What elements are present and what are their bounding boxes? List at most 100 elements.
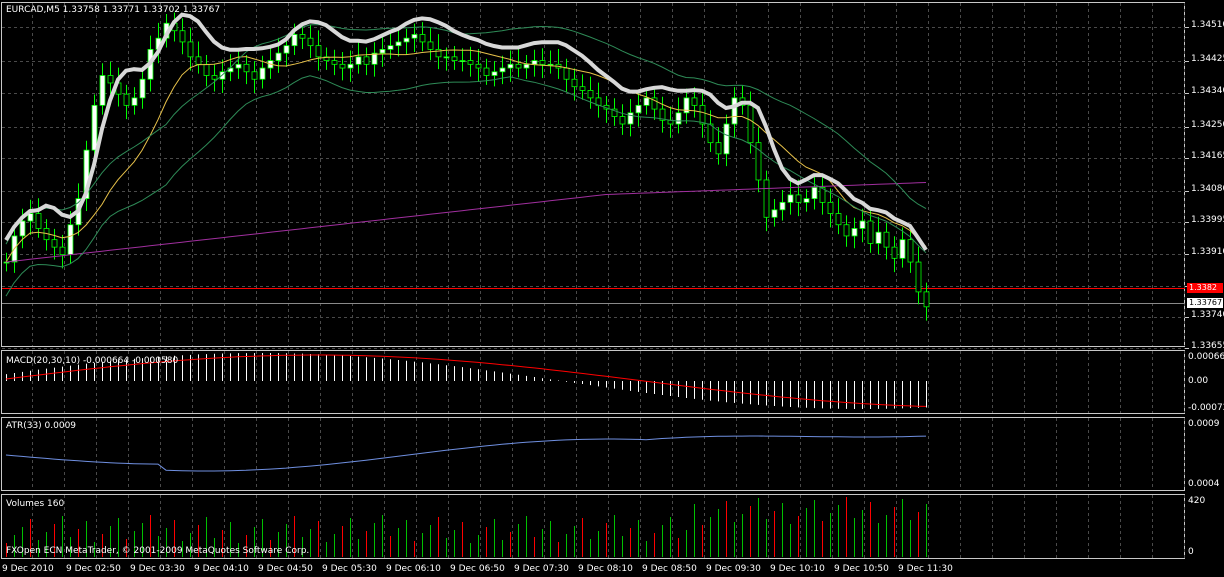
time-label: 9 Dec 10:50 [834, 564, 889, 574]
time-label: 9 Dec 10:10 [770, 564, 825, 574]
candle [811, 187, 818, 200]
candle [299, 34, 306, 39]
bollinger-upper [5, 24, 927, 245]
price-label: 1.34165 [1191, 151, 1224, 161]
time-label: 9 Dec 05:30 [322, 564, 377, 574]
candle [35, 213, 42, 229]
candle [571, 78, 578, 88]
candle [675, 112, 682, 125]
candle [787, 194, 794, 203]
candle [507, 63, 514, 69]
candle [891, 246, 898, 259]
candle [259, 67, 266, 80]
atr-line [5, 435, 927, 472]
candle [587, 90, 594, 99]
candle [451, 56, 458, 61]
time-label: 9 Dec 11:30 [898, 564, 953, 574]
candle [859, 220, 866, 229]
candle [243, 63, 250, 73]
candle [59, 246, 66, 255]
price-label: 1.34250 [1191, 120, 1224, 130]
candle [331, 60, 338, 65]
atr-level: 0.0004 [1188, 479, 1220, 489]
candle [275, 52, 282, 61]
candle [307, 37, 314, 47]
candle [123, 93, 130, 106]
time-label: 9 Dec 02:50 [66, 564, 121, 574]
candle [291, 34, 298, 47]
candle [499, 67, 506, 73]
bollinger-lower [5, 75, 927, 297]
price-label: 1.34340 [1191, 86, 1224, 96]
macd-title: MACD(20,30,10) -0.000664 -0.000580 [6, 356, 179, 366]
candle [883, 231, 890, 248]
candle [523, 63, 530, 69]
candle [907, 239, 914, 263]
candle [531, 60, 538, 65]
candle [339, 63, 346, 69]
candle [427, 41, 434, 50]
price-label: 1.33910 [1191, 247, 1224, 257]
candle [851, 228, 858, 237]
panel-frame [1, 2, 1185, 347]
candle [51, 239, 58, 248]
time-label: 9 Dec 08:50 [642, 564, 697, 574]
candle [715, 142, 722, 155]
candle [539, 60, 546, 65]
time-label: 9 Dec 2010 [2, 564, 54, 574]
candle [187, 41, 194, 58]
candle [107, 75, 114, 84]
candle [283, 45, 290, 54]
candle [483, 67, 490, 76]
atr-level: 0.0009 [1188, 419, 1220, 429]
chart-title: EURCAD,M5 1.33758 1.33771 1.33702 1.3376… [6, 5, 221, 15]
time-label: 9 Dec 06:10 [386, 564, 441, 574]
price-label: 1.34080 [1191, 184, 1224, 194]
candle [875, 231, 882, 244]
candle [211, 75, 218, 80]
candle [843, 224, 850, 237]
candle [731, 97, 738, 125]
price-label: 1.33655 [1191, 341, 1224, 351]
price-label: 1.33995 [1191, 215, 1224, 225]
candle [635, 104, 642, 114]
chart-canvas[interactable] [0, 0, 1224, 577]
time-label: 9 Dec 09:30 [706, 564, 761, 574]
candle [899, 239, 906, 259]
panel-frame [1, 350, 1185, 414]
macd-level: 0.00066 [1188, 352, 1224, 362]
candle [643, 97, 650, 106]
volumes-title: Volumes 160 [6, 499, 65, 509]
time-label: 9 Dec 04:10 [194, 564, 249, 574]
candle [443, 56, 450, 59]
candle [491, 71, 498, 76]
candle [779, 201, 786, 211]
candle [923, 291, 930, 308]
candle [91, 104, 98, 151]
macd-level: 0.00 [1188, 376, 1209, 386]
candle [195, 56, 202, 65]
candle [235, 63, 242, 69]
candle [251, 71, 258, 80]
copyright-text: FXOpen ECN MetaTrader, © 2001-2009 MetaQ… [6, 546, 310, 556]
candle [459, 60, 466, 62]
price-label: 1.34510 [1191, 20, 1224, 30]
atr-title: ATR(33) 0.0009 [6, 421, 77, 431]
candle [355, 56, 362, 65]
candle [835, 213, 842, 226]
candle [827, 201, 834, 214]
panel-frame [1, 417, 1185, 491]
hline-price-tag: 1.3382 [1187, 283, 1223, 293]
candle [515, 63, 522, 69]
candle [179, 30, 186, 43]
volumes-level: 0 [1188, 547, 1194, 557]
candle [915, 261, 922, 293]
candle [403, 37, 410, 43]
macd-level: -0.00072 [1188, 403, 1224, 413]
price-label: 1.33740 [1191, 310, 1224, 320]
time-label: 9 Dec 07:30 [514, 564, 569, 574]
candle [747, 104, 754, 144]
candle [139, 78, 146, 99]
candle [579, 86, 586, 91]
candle [411, 34, 418, 39]
